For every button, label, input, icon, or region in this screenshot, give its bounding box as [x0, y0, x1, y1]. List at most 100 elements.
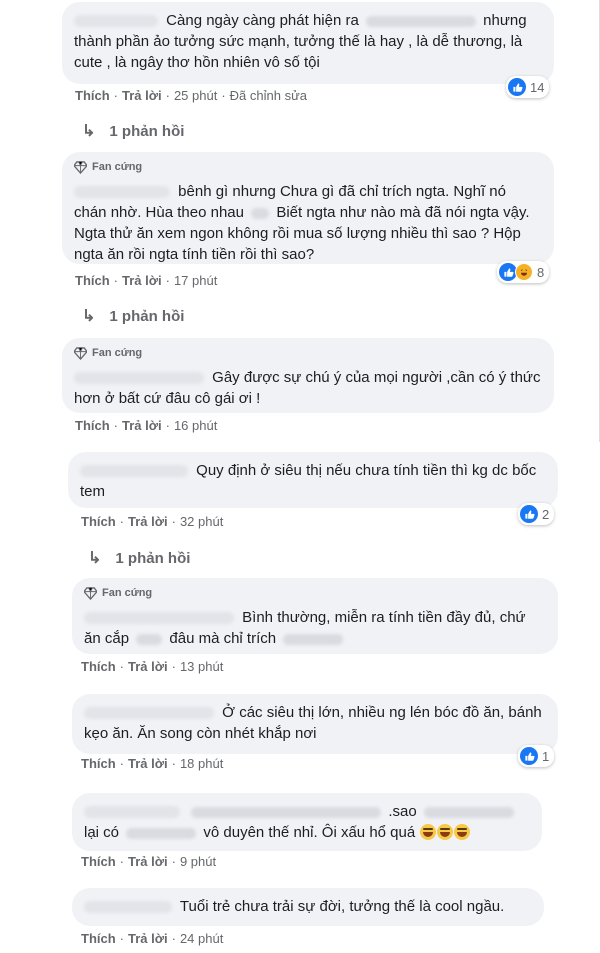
comment-bubble: Càng ngày càng phát hiện ra nhưng thành …	[62, 2, 554, 84]
author-name-blurred[interactable]	[74, 15, 158, 28]
reply-link[interactable]: Trả lời	[122, 88, 162, 103]
like-link[interactable]: Thích	[75, 418, 110, 433]
fan-badge: Fan cứng	[74, 343, 542, 364]
author-name-blurred[interactable]	[84, 612, 234, 625]
like-link[interactable]: Thích	[81, 854, 116, 869]
reaction-count[interactable]: 14	[506, 76, 550, 98]
reaction-number: 1	[542, 748, 550, 764]
timestamp[interactable]: 16 phút	[174, 418, 217, 433]
fan-badge: Fan cứng	[84, 583, 546, 604]
like-link[interactable]: Thích	[81, 931, 116, 946]
blurred-text	[423, 806, 514, 818]
timestamp[interactable]: 24 phút	[180, 931, 223, 946]
comment-2: Fan cứng bênh gì nhưng Chưa gì đã chỉ tr…	[62, 152, 554, 264]
author-name-blurred[interactable]	[74, 372, 204, 385]
comment-actions: Thích · Trả lời · 24 phút	[81, 931, 224, 946]
reaction-number: 2	[542, 506, 550, 522]
like-link[interactable]: Thích	[75, 273, 110, 288]
comment-7: .sao lại có vô duyên thế nhỉ. Ôi xấu hổ …	[72, 793, 542, 851]
like-link[interactable]: Thích	[81, 756, 116, 771]
laughing-emoji-icon	[454, 824, 471, 840]
reply-link[interactable]: Trả lời	[122, 273, 162, 288]
timestamp[interactable]: 13 phút	[180, 659, 223, 674]
diamond-icon	[74, 161, 87, 174]
like-link[interactable]: Thích	[81, 514, 116, 529]
laughing-emoji-icon	[420, 824, 437, 840]
blurred-text	[283, 633, 344, 645]
comments-panel-top: Càng ngày càng phát hiện ra nhưng thành …	[0, 0, 600, 442]
comment-actions: Thích · Trả lời · 16 phút	[75, 418, 218, 433]
comment-actions: Thích · Trả lời · 18 phút	[81, 756, 224, 771]
view-replies-link[interactable]: ↳ 1 phản hồi	[82, 306, 184, 326]
like-link[interactable]: Thích	[81, 659, 116, 674]
like-link[interactable]: Thích	[75, 88, 110, 103]
reply-link[interactable]: Trả lời	[128, 756, 168, 771]
comment-text: Càng ngày càng phát hiện ra	[166, 12, 359, 29]
comments-panel-bottom: Quy định ở siêu thị nếu chưa tính tiền t…	[0, 448, 600, 953]
comment-actions: Thích · Trả lời · 25 phút · Đã chỉnh sửa	[75, 88, 308, 103]
comment-actions: Thích · Trả lời · 32 phút	[81, 514, 224, 529]
author-name-blurred[interactable]	[84, 707, 214, 720]
reaction-count[interactable]: 8	[497, 261, 550, 283]
timestamp[interactable]: 9 phút	[180, 854, 216, 869]
reaction-count[interactable]: 2	[518, 503, 555, 525]
comment-bubble: Fan cứng Bình thường, miễn ra tính tiền …	[72, 578, 558, 654]
comment-bubble: Ở các siêu thị lớn, nhiều ng lén bóc đồ …	[72, 694, 558, 754]
blurred-text	[191, 806, 382, 818]
reaction-count[interactable]: 1	[518, 745, 555, 767]
reply-link[interactable]: Trả lời	[128, 931, 168, 946]
comment-bubble: Tuổi trẻ chưa trải sự đời, tưởng thế là …	[72, 888, 544, 926]
fan-badge: Fan cứng	[74, 157, 542, 178]
diamond-icon	[74, 347, 87, 360]
timestamp[interactable]: 18 phút	[180, 756, 223, 771]
badge-label: Fan cứng	[92, 347, 143, 359]
view-replies-link[interactable]: ↳ 1 phản hồi	[82, 121, 184, 141]
timestamp[interactable]: 25 phút	[174, 88, 217, 103]
badge-label: Fan cứng	[102, 587, 153, 599]
comment-text: .sao	[388, 803, 417, 820]
author-name-blurred[interactable]	[80, 465, 188, 478]
edited-label: Đã chỉnh sửa	[229, 88, 308, 103]
timestamp[interactable]: 32 phút	[180, 514, 223, 529]
comment-actions: Thích · Trả lời · 13 phút	[81, 659, 224, 674]
timestamp[interactable]: 17 phút	[174, 273, 217, 288]
reply-link[interactable]: Trả lời	[128, 514, 168, 529]
reply-arrow-icon: ↳	[82, 308, 96, 325]
comment-actions: Thích · Trả lời · 17 phút	[75, 273, 218, 288]
author-name-blurred[interactable]	[74, 186, 170, 199]
badge-label: Fan cứng	[92, 161, 143, 173]
comment-5: Fan cứng Bình thường, miễn ra tính tiền …	[72, 578, 558, 654]
comment-text-mid: lại có	[84, 824, 120, 841]
comment-bubble: Quy định ở siêu thị nếu chưa tính tiền t…	[68, 452, 558, 508]
blurred-text	[366, 15, 476, 27]
comment-bubble: Fan cứng Gây được sự chú ý của mọi người…	[62, 338, 554, 413]
blurred-text	[251, 207, 270, 219]
reply-link[interactable]: Trả lời	[122, 418, 162, 433]
blurred-text	[126, 827, 197, 839]
laughing-emoji-icon	[437, 824, 454, 840]
comment-text-continued: đâu mà chỉ trích	[169, 630, 277, 647]
comment-actions: Thích · Trả lời · 9 phút	[81, 854, 217, 869]
reply-arrow-icon: ↳	[82, 123, 96, 140]
comment-text: Tuổi trẻ chưa trải sự đời, tưởng thế là …	[179, 898, 505, 915]
haha-icon	[515, 263, 533, 281]
comment-bubble: Fan cứng bênh gì nhưng Chưa gì đã chỉ tr…	[62, 152, 554, 264]
reply-link[interactable]: Trả lời	[128, 659, 168, 674]
like-icon	[520, 747, 538, 765]
reaction-number: 8	[537, 264, 545, 280]
diamond-icon	[84, 587, 97, 600]
like-icon	[520, 505, 538, 523]
replies-count: 1 phản hồi	[109, 122, 185, 140]
reply-arrow-icon: ↳	[88, 550, 102, 567]
view-replies-link[interactable]: ↳ 1 phản hồi	[88, 548, 190, 568]
reply-link[interactable]: Trả lời	[128, 854, 168, 869]
comment-4: Quy định ở siêu thị nếu chưa tính tiền t…	[68, 452, 558, 508]
comment-8: Tuổi trẻ chưa trải sự đời, tưởng thế là …	[72, 888, 544, 926]
comment-3: Fan cứng Gây được sự chú ý của mọi người…	[62, 338, 554, 413]
replies-count: 1 phản hồi	[115, 549, 191, 567]
replies-count: 1 phản hồi	[109, 307, 185, 325]
author-name-blurred[interactable]	[84, 901, 172, 914]
comment-6: Ở các siêu thị lớn, nhiều ng lén bóc đồ …	[72, 694, 558, 754]
comment-text-continued: vô duyên thế nhỉ. Ôi xấu hổ quá	[203, 824, 416, 841]
author-name-blurred[interactable]	[84, 806, 180, 819]
